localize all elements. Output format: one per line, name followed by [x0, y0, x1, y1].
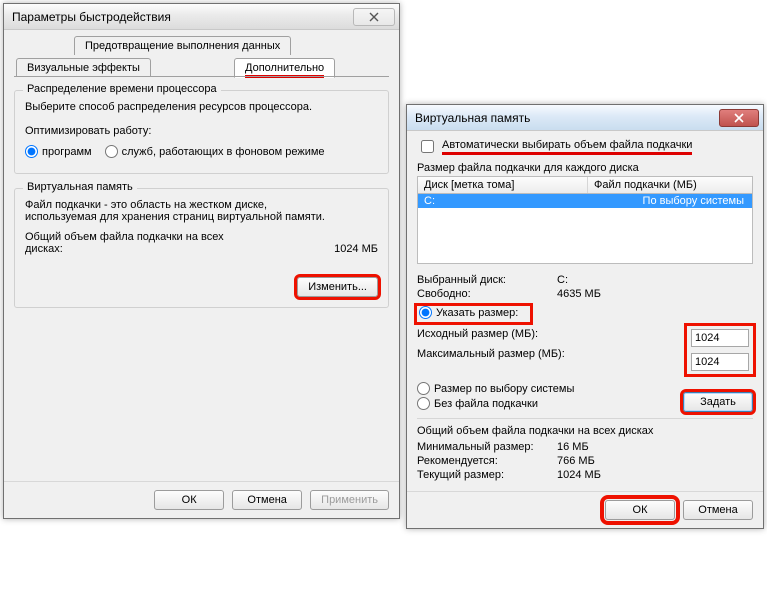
- vm-cancel-label: Отмена: [698, 504, 737, 516]
- titlebar: Параметры быстродействия: [4, 4, 399, 30]
- auto-manage-checkbox[interactable]: Автоматически выбирать объем файла подка…: [417, 137, 753, 156]
- vm-dialog-title: Виртуальная память: [415, 111, 530, 125]
- close-icon: [368, 12, 380, 22]
- vm-close-button[interactable]: [719, 109, 759, 127]
- total-all-drives-label: Общий объем файла подкачки на всех диска…: [417, 425, 753, 437]
- virtual-memory-dialog: Виртуальная память Автоматически выбират…: [406, 104, 764, 529]
- tab-visual-label: Визуальные эффекты: [27, 62, 140, 74]
- drive-row-letter: C:: [418, 194, 588, 208]
- change-button-label: Изменить...: [308, 281, 367, 293]
- vm-cancel-button[interactable]: Отмена: [683, 500, 753, 520]
- vm-desc1: Файл подкачки - это область на жестком д…: [25, 199, 378, 211]
- radio-none-label: Без файла подкачки: [434, 398, 538, 410]
- radio-custom-input[interactable]: [419, 306, 432, 319]
- sched-desc: Выберите способ распределения ресурсов п…: [25, 101, 378, 113]
- radio-system-label: Размер по выбору системы: [434, 383, 574, 395]
- radio-services[interactable]: служб, работающих в фоновом режиме: [105, 145, 325, 158]
- initial-size-input[interactable]: [691, 329, 749, 347]
- apply-button[interactable]: Применить: [310, 490, 389, 510]
- vm-legend: Виртуальная память: [23, 181, 137, 193]
- apply-label: Применить: [321, 494, 378, 506]
- vm-ok-label: ОК: [633, 504, 648, 516]
- radio-custom-label: Указать размер:: [436, 307, 518, 319]
- virtual-memory-group: Виртуальная память Файл подкачки - это о…: [14, 188, 389, 308]
- cancel-button[interactable]: Отмена: [232, 490, 302, 510]
- selected-drive-value: C:: [557, 274, 568, 286]
- dialog-buttons: ОК Отмена Применить: [4, 481, 399, 518]
- drive-row[interactable]: C: По выбору системы: [418, 194, 752, 208]
- set-button[interactable]: Задать: [683, 392, 753, 412]
- close-button[interactable]: [353, 8, 395, 26]
- radio-services-label: служб, работающих в фоновом режиме: [122, 146, 325, 158]
- recommended-label: Рекомендуется:: [417, 455, 557, 467]
- current-size-value: 1024 МБ: [557, 469, 601, 481]
- group-legend: Распределение времени процессора: [23, 83, 221, 95]
- ok-label: ОК: [182, 494, 197, 506]
- tab-strip: Предотвращение выполнения данных Визуаль…: [14, 36, 389, 90]
- vm-total-value: 1024 МБ: [334, 243, 378, 255]
- change-button[interactable]: Изменить...: [297, 277, 378, 297]
- vm-dialog-buttons: ОК Отмена: [407, 491, 763, 528]
- radio-programs-label: программ: [42, 146, 92, 158]
- auto-manage-label: Автоматически выбирать объем файла подка…: [442, 139, 692, 155]
- vm-total-label2: дисках:: [25, 243, 224, 255]
- free-space-value: 4635 МБ: [557, 288, 601, 300]
- per-drive-label: Размер файла подкачки для каждого диска: [417, 162, 753, 174]
- radio-services-input[interactable]: [105, 145, 118, 158]
- free-space-label: Свободно:: [417, 288, 557, 300]
- radio-programs[interactable]: программ: [25, 145, 92, 158]
- vm-total-label1: Общий объем файла подкачки на всех: [25, 231, 224, 243]
- drive-list-header: Диск [метка тома] Файл подкачки (МБ): [417, 176, 753, 194]
- radio-system-input[interactable]: [417, 382, 430, 395]
- col-drive: Диск [метка тома]: [418, 177, 588, 193]
- min-size-value: 16 МБ: [557, 441, 589, 453]
- processor-scheduling-group: Распределение времени процессора Выберит…: [14, 90, 389, 174]
- tab-advanced[interactable]: Дополнительно: [234, 58, 335, 78]
- auto-manage-input[interactable]: [421, 140, 434, 153]
- performance-options-dialog: Параметры быстродействия Предотвращение …: [3, 3, 400, 519]
- ok-button[interactable]: ОК: [154, 490, 224, 510]
- min-size-label: Минимальный размер:: [417, 441, 557, 453]
- dialog-title: Параметры быстродействия: [12, 10, 171, 24]
- cancel-label: Отмена: [247, 494, 286, 506]
- radio-programs-input[interactable]: [25, 145, 38, 158]
- tab-dep[interactable]: Предотвращение выполнения данных: [74, 36, 291, 55]
- vm-desc2: используемая для хранения страниц виртуа…: [25, 211, 378, 223]
- vm-titlebar: Виртуальная память: [407, 105, 763, 131]
- radio-no-paging[interactable]: Без файла подкачки: [417, 397, 574, 410]
- initial-size-label: Исходный размер (МБ):: [417, 328, 577, 340]
- current-size-label: Текущий размер:: [417, 469, 557, 481]
- col-paging: Файл подкачки (МБ): [588, 177, 752, 193]
- drive-row-value: По выбору системы: [588, 194, 752, 208]
- optimize-label: Оптимизировать работу:: [25, 125, 378, 137]
- radio-none-input[interactable]: [417, 397, 430, 410]
- drive-list[interactable]: C: По выбору системы: [417, 194, 753, 264]
- vm-ok-button[interactable]: ОК: [605, 500, 675, 520]
- recommended-value: 766 МБ: [557, 455, 595, 467]
- radio-custom-size[interactable]: Указать размер:: [419, 306, 518, 319]
- tab-visual-effects[interactable]: Визуальные эффекты: [16, 58, 151, 77]
- close-icon: [733, 113, 745, 123]
- tab-dep-label: Предотвращение выполнения данных: [85, 40, 280, 52]
- set-button-label: Задать: [700, 396, 736, 408]
- radio-system-managed[interactable]: Размер по выбору системы: [417, 382, 574, 395]
- max-size-label: Максимальный размер (МБ):: [417, 348, 577, 360]
- selected-drive-label: Выбранный диск:: [417, 274, 557, 286]
- max-size-input[interactable]: [691, 353, 749, 371]
